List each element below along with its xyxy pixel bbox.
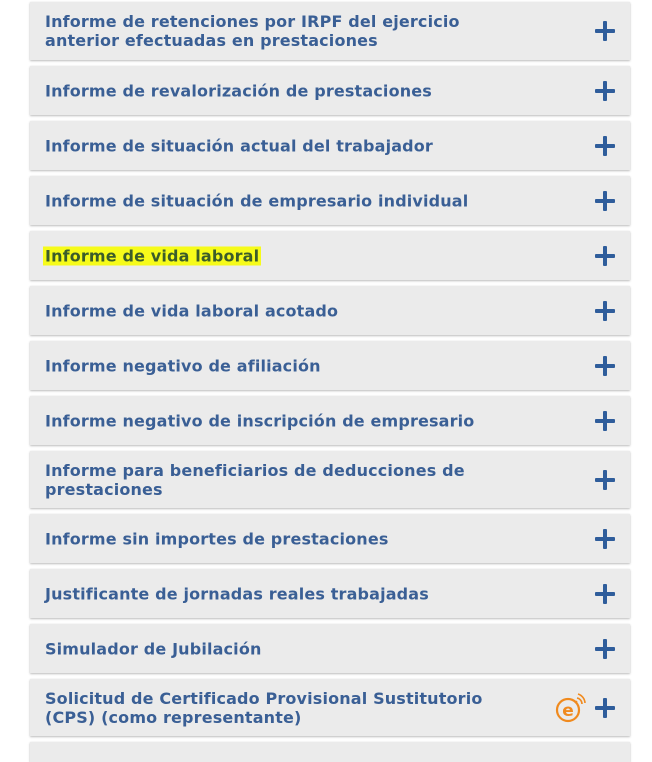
accordion-item-situacion-trabajador[interactable]: Informe de situación actual del trabajad… [30, 121, 630, 170]
accordion-item-label: Informe de revalorización de prestacione… [45, 81, 432, 100]
plus-icon[interactable] [595, 410, 615, 431]
accordion-item-label: Simulador de Jubilación [45, 639, 262, 658]
plus-icon[interactable] [595, 21, 615, 41]
accordion-item-situacion-empresario[interactable]: Informe de situación de empresario indiv… [30, 176, 630, 225]
accordion-item-label: Informe de retenciones por IRPF del ejer… [45, 12, 460, 50]
electronic-badge-icon: e [550, 690, 586, 726]
plus-icon[interactable] [595, 300, 615, 321]
accordion-item-label-highlighted: Informe de vida laboral [43, 246, 262, 265]
accordion-item-jornadas-reales[interactable]: Justificante de jornadas reales trabajad… [30, 569, 630, 618]
plus-icon[interactable] [595, 135, 615, 156]
accordion-item-negativo-inscripcion[interactable]: Informe negativo de inscripción de empre… [30, 396, 630, 445]
accordion-item-label: Solicitud de Certificado Provisional Sus… [45, 688, 483, 727]
plus-icon[interactable] [595, 355, 615, 376]
plus-icon[interactable] [595, 190, 615, 211]
accordion-item-label: Informe de situación actual del trabajad… [45, 136, 433, 155]
plus-icon[interactable] [595, 80, 615, 101]
plus-icon[interactable] [595, 583, 615, 604]
accordion-item-simulador-jubilacion[interactable]: Simulador de Jubilación [30, 624, 630, 673]
accordion-item-label: Informe de vida laboral acotado [45, 301, 339, 320]
plus-icon[interactable] [595, 528, 615, 549]
accordion-item-certificado-cps[interactable]: Solicitud de Certificado Provisional Sus… [30, 679, 630, 736]
accordion-item-next-partial[interactable] [30, 742, 630, 762]
accordion-item-label: Justificante de jornadas reales trabajad… [45, 584, 429, 603]
accordion-item-label: Informe sin importes de prestaciones [45, 529, 389, 548]
plus-icon[interactable] [595, 245, 615, 266]
svg-text:e: e [562, 701, 574, 721]
accordion-item-revalorizacion[interactable]: Informe de revalorización de prestacione… [30, 66, 630, 115]
accordion-item-label: Informe negativo de inscripción de empre… [45, 411, 475, 430]
accordion-item-label: Informe para beneficiarios de deduccione… [45, 460, 465, 499]
plus-icon[interactable] [595, 697, 615, 718]
accordion-item-beneficiarios-deducciones[interactable]: Informe para beneficiarios de deduccione… [30, 451, 630, 508]
accordion-item-vida-laboral-acotado[interactable]: Informe de vida laboral acotado [30, 286, 630, 335]
accordion-item-vida-laboral[interactable]: Informe de vida laboral [30, 231, 630, 280]
accordion-item-label: Informe negativo de afiliación [45, 356, 321, 375]
accordion-item-sin-importes[interactable]: Informe sin importes de prestaciones [30, 514, 630, 563]
plus-icon[interactable] [595, 469, 615, 490]
accordion-item-label: Informe de situación de empresario indiv… [45, 191, 469, 210]
accordion-item-irpf-retenciones[interactable]: Informe de retenciones por IRPF del ejer… [30, 2, 630, 60]
accordion-item-negativo-afiliacion[interactable]: Informe negativo de afiliación [30, 341, 630, 390]
plus-icon[interactable] [595, 638, 615, 659]
